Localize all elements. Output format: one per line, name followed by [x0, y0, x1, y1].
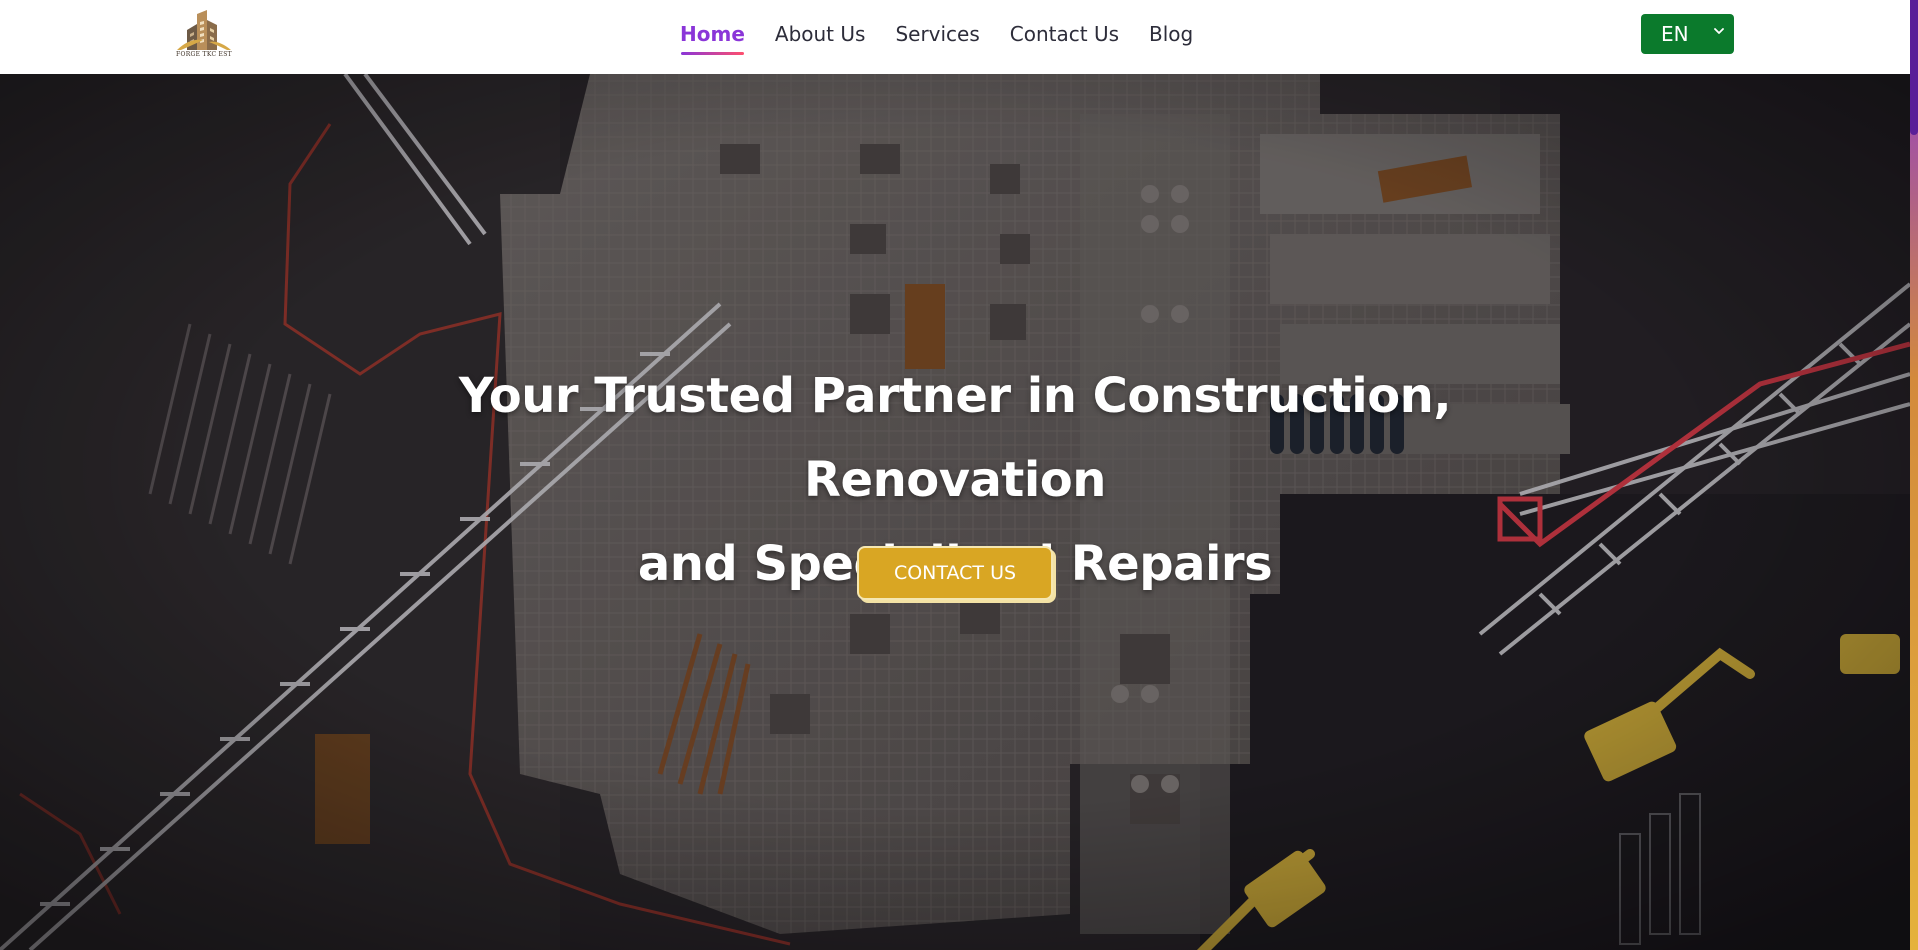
main-navigation: Home About Us Services Contact Us Blog — [680, 18, 1193, 55]
chevron-down-icon — [1714, 28, 1724, 34]
nav-link-services[interactable]: Services — [895, 18, 979, 50]
page-scrollbar[interactable] — [1910, 0, 1918, 950]
nav-link-blog[interactable]: Blog — [1149, 18, 1193, 50]
scrollbar-thumb[interactable] — [1910, 0, 1918, 135]
language-select[interactable]: EN — [1641, 14, 1734, 54]
nav-link-home[interactable]: Home — [680, 18, 745, 55]
hero-section: Your Trusted Partner in Construction, Re… — [0, 74, 1910, 950]
hero-title-line-1: Your Trusted Partner in Construction, Re… — [458, 368, 1452, 508]
brand-logo[interactable]: FORGE TKC EST — [173, 8, 235, 62]
nav-item-contact-us: Contact Us — [1010, 18, 1119, 50]
site-header: FORGE TKC EST Home About Us Services Con… — [0, 0, 1910, 74]
brand-logo-text: FORGE TKC EST — [176, 51, 232, 58]
nav-item-blog: Blog — [1149, 18, 1193, 50]
building-logo-icon — [177, 10, 231, 50]
nav-link-about-us[interactable]: About Us — [775, 18, 866, 50]
contact-us-button[interactable]: CONTACT US — [857, 546, 1053, 600]
nav-item-home: Home — [680, 18, 745, 55]
nav-link-contact-us[interactable]: Contact Us — [1010, 18, 1119, 50]
nav-item-services: Services — [895, 18, 979, 50]
language-selected-value: EN — [1661, 22, 1689, 46]
nav-item-about-us: About Us — [775, 18, 866, 50]
